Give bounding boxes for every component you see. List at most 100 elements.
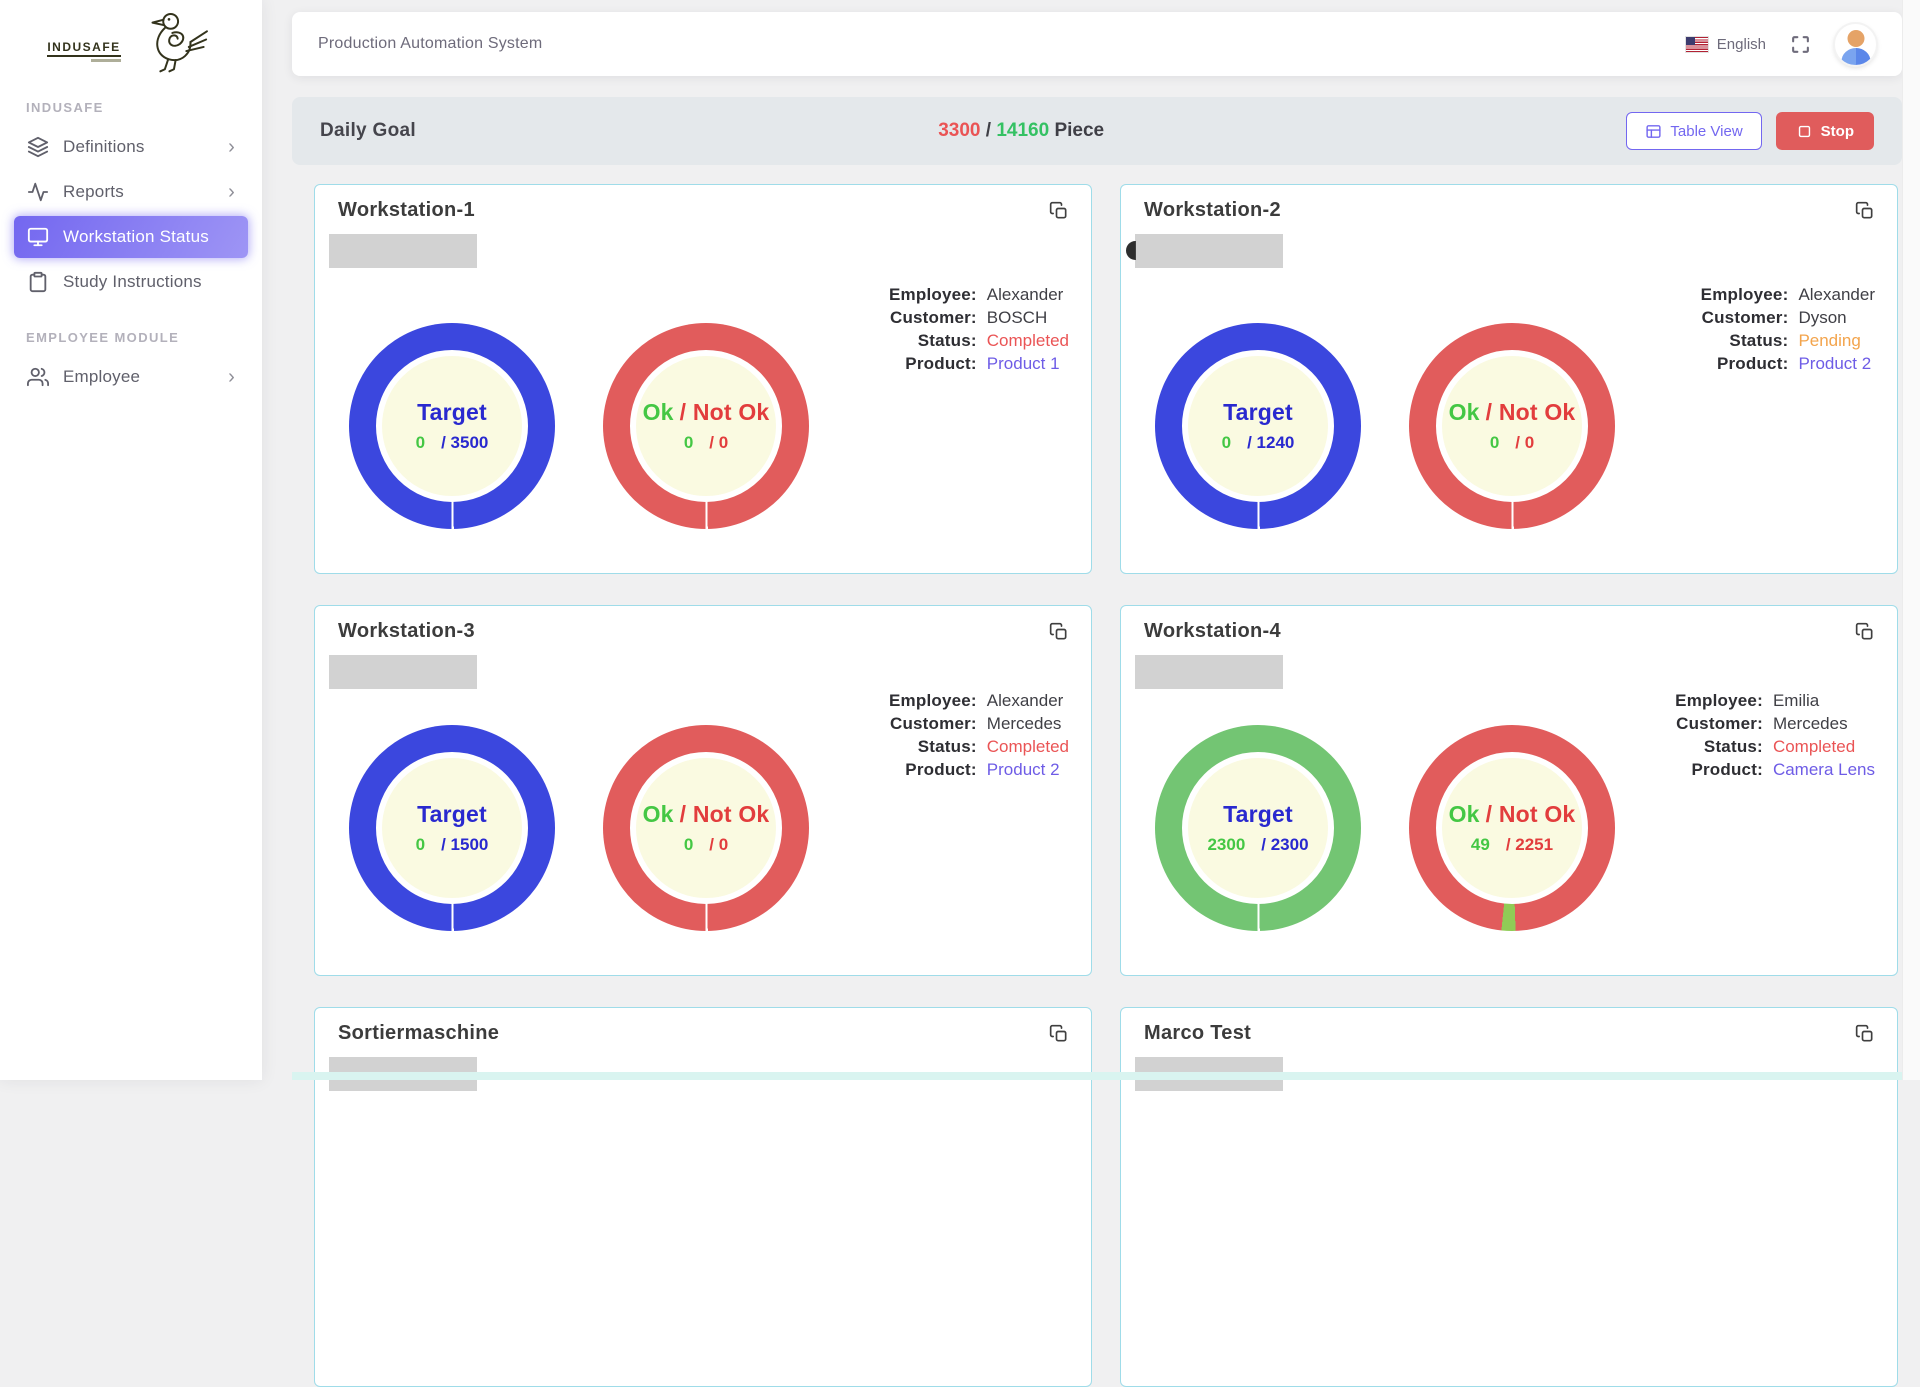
sidebar-section: EMPLOYEE MODULE Employee › bbox=[0, 306, 262, 398]
activity-icon bbox=[27, 181, 49, 203]
language-label: English bbox=[1717, 36, 1766, 53]
sidebar-section: INDUSAFE Definitions › Reports › Worksta… bbox=[0, 76, 262, 303]
stop-button[interactable]: Stop bbox=[1776, 112, 1874, 150]
notok-count: / 0 bbox=[1515, 433, 1534, 453]
notok-label: / Not Ok bbox=[680, 399, 770, 426]
ok-notok-donut-center: Ok / Not Ok 0 / 0 bbox=[630, 350, 782, 502]
sidebar-section-header: EMPLOYEE MODULE bbox=[0, 306, 262, 353]
copy-icon[interactable] bbox=[1853, 1022, 1877, 1049]
target-label: Target bbox=[1223, 801, 1293, 828]
workstation-card-6: Marco Test bbox=[1120, 1007, 1898, 1387]
language-selector[interactable]: English bbox=[1686, 36, 1766, 53]
ok-count: 0 bbox=[684, 835, 693, 855]
workstation-grid: Workstation-1 Target 0 bbox=[292, 184, 1902, 1387]
copy-icon[interactable] bbox=[1047, 199, 1071, 226]
info-value: BOSCH bbox=[987, 308, 1069, 328]
sidebar-item-employee[interactable]: Employee › bbox=[14, 356, 248, 398]
copy-icon[interactable] bbox=[1853, 199, 1877, 226]
copy-icon[interactable] bbox=[1047, 620, 1071, 647]
us-flag-icon bbox=[1686, 37, 1708, 52]
workstation-title: Marco Test bbox=[1144, 1022, 1283, 1045]
target-donut-center: Target 2300 / 2300 bbox=[1182, 752, 1334, 904]
ok-label: Ok bbox=[1449, 399, 1480, 426]
info-label: Status: bbox=[889, 737, 977, 757]
table-view-button[interactable]: Table View bbox=[1626, 112, 1761, 150]
info-label: Status: bbox=[1701, 331, 1789, 351]
ok-count: 0 bbox=[684, 433, 693, 453]
user-avatar[interactable] bbox=[1835, 24, 1876, 65]
chevron-right-icon: › bbox=[228, 182, 235, 202]
brand-name: INDUSAFE bbox=[47, 40, 120, 57]
goal-buttons: Table View Stop bbox=[1626, 112, 1874, 150]
notok-count: / 0 bbox=[709, 835, 728, 855]
info-value: Alexander bbox=[987, 285, 1069, 305]
ok-label: Ok bbox=[643, 801, 674, 828]
topbar: Production Automation System English bbox=[292, 12, 1902, 76]
target-total: / 1240 bbox=[1247, 433, 1294, 453]
monitor-icon bbox=[27, 226, 49, 248]
layers-icon bbox=[27, 136, 49, 158]
workstation-card-4: Workstation-4 Target 2300 bbox=[1120, 605, 1898, 976]
sidebar-item-reports[interactable]: Reports › bbox=[14, 171, 248, 213]
fullscreen-icon[interactable] bbox=[1790, 34, 1811, 55]
workstation-title: Workstation-3 bbox=[338, 620, 477, 643]
card-title-wrap: Workstation-3 bbox=[338, 620, 477, 689]
target-total: / 1500 bbox=[441, 835, 488, 855]
info-value: Mercedes bbox=[1773, 714, 1875, 734]
ok-notok-label: Ok / Not Ok bbox=[643, 399, 770, 426]
ok-notok-donut-center: Ok / Not Ok 0 / 0 bbox=[630, 752, 782, 904]
info-label: Customer: bbox=[1701, 308, 1789, 328]
info-label: Product: bbox=[1675, 760, 1763, 780]
daily-goal-current: 3300 bbox=[938, 120, 980, 141]
target-donut: Target 0 / 3500 bbox=[349, 323, 555, 529]
ok-notok-label: Ok / Not Ok bbox=[1449, 801, 1576, 828]
target-total: / 2300 bbox=[1261, 835, 1308, 855]
target-values: 2300 / 2300 bbox=[1207, 835, 1308, 855]
scrollbar-track[interactable] bbox=[1902, 0, 1920, 1080]
info-label: Customer: bbox=[889, 308, 977, 328]
bird-logo-icon bbox=[123, 9, 215, 75]
redacted-area bbox=[1135, 655, 1283, 689]
target-current: 0 bbox=[416, 835, 425, 855]
target-current: 0 bbox=[416, 433, 425, 453]
info-label: Employee: bbox=[889, 285, 977, 305]
info-label: Employee: bbox=[1701, 285, 1789, 305]
copy-icon[interactable] bbox=[1047, 1022, 1071, 1049]
copy-icon[interactable] bbox=[1853, 620, 1877, 647]
ok-notok-donut-center: Ok / Not Ok 0 / 0 bbox=[1436, 350, 1588, 502]
info-label: Status: bbox=[1675, 737, 1763, 757]
ok-notok-values: 49 / 2251 bbox=[1471, 835, 1553, 855]
target-current: 0 bbox=[1222, 433, 1231, 453]
redacted-area bbox=[1135, 234, 1283, 268]
info-value: Product 2 bbox=[1798, 354, 1875, 374]
card-title-wrap: Workstation-4 bbox=[1144, 620, 1283, 689]
donut-row: Target 0 / 3500 Ok / Not Ok bbox=[349, 323, 809, 529]
workstation-title: Sortiermaschine bbox=[338, 1022, 499, 1045]
daily-goal-value: 3300 / 14160 Piece bbox=[416, 120, 1626, 142]
info-label: Product: bbox=[1701, 354, 1789, 374]
target-label: Target bbox=[1223, 399, 1293, 426]
info-label: Status: bbox=[889, 331, 977, 351]
ok-notok-donut: Ok / Not Ok 49 / 2251 bbox=[1409, 725, 1615, 931]
notok-count: / 0 bbox=[709, 433, 728, 453]
info-value: Completed bbox=[1773, 737, 1875, 757]
stop-icon bbox=[1796, 123, 1813, 140]
card-title-wrap: Marco Test bbox=[1144, 1022, 1283, 1091]
sidebar-item-workstation-status[interactable]: Workstation Status › bbox=[14, 216, 248, 258]
notok-label: / Not Ok bbox=[1486, 399, 1576, 426]
table-view-label: Table View bbox=[1670, 123, 1742, 140]
info-value: Mercedes bbox=[987, 714, 1069, 734]
card-header: Workstation-1 bbox=[315, 185, 1091, 268]
ok-notok-label: Ok / Not Ok bbox=[1449, 399, 1576, 426]
sidebar-item-definitions[interactable]: Definitions › bbox=[14, 126, 248, 168]
topbar-right: English bbox=[1686, 24, 1876, 65]
avatar-head bbox=[1847, 30, 1864, 47]
daily-goal-unit: Piece bbox=[1054, 120, 1104, 141]
chevron-right-icon: › bbox=[228, 367, 235, 387]
page-title: Production Automation System bbox=[318, 35, 542, 53]
ok-notok-label: Ok / Not Ok bbox=[643, 801, 770, 828]
sidebar-item-study-instructions[interactable]: Study Instructions › bbox=[14, 261, 248, 303]
info-value: Emilia bbox=[1773, 691, 1875, 711]
sidebar-section-header: INDUSAFE bbox=[0, 76, 262, 123]
info-value: Alexander bbox=[1798, 285, 1875, 305]
